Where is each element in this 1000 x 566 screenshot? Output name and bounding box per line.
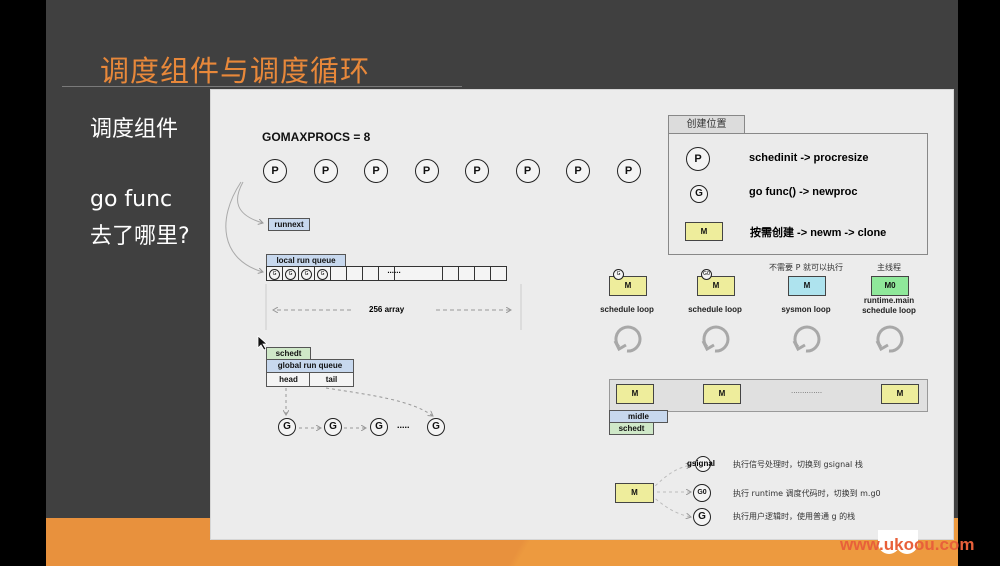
legend-g-text: go func() -> newproc xyxy=(749,186,858,198)
p-processor-2: P xyxy=(313,159,338,183)
loop-thread-box: M xyxy=(788,276,826,296)
p-processor-6: P xyxy=(515,159,540,183)
tail-field: tail xyxy=(309,372,354,387)
p-to-runnext-arrow xyxy=(237,181,263,223)
queue-slot: G xyxy=(314,266,331,281)
legend-p-icon: P xyxy=(686,147,710,171)
g0-desc: 执行 runtime 调度代码时，切换到 m.g0 xyxy=(733,489,881,498)
user-g-desc: 执行用户逻辑时，使用普通 g 的栈 xyxy=(733,512,856,521)
legend-m-icon: M xyxy=(685,222,723,241)
loop-g-badge: G0 xyxy=(701,269,712,280)
m-stack-link-gsignal xyxy=(650,465,691,491)
loop-cycle-icon xyxy=(613,325,642,353)
loop-cycle-icon xyxy=(875,325,904,353)
array-size-label: 256 array xyxy=(369,305,405,314)
global-g-2: G xyxy=(324,418,342,436)
loop-thread-box: M0 xyxy=(871,276,909,296)
loop-label: sysmon loop xyxy=(781,305,831,314)
p-processor-4: P xyxy=(414,159,439,183)
tail-arrow xyxy=(325,387,433,416)
queue-slot xyxy=(330,266,347,281)
queue-slot xyxy=(458,266,475,281)
queued-g: G xyxy=(317,269,328,280)
queue-slot: G xyxy=(298,266,315,281)
m-list-item-last: M xyxy=(881,384,919,404)
loop-label: schedule loop xyxy=(600,305,654,314)
loop-cycle-icon xyxy=(701,325,730,353)
loop-cycle-icon xyxy=(792,325,821,353)
queued-g: G xyxy=(285,269,296,280)
gomaxprocs-label: GOMAXPROCS = 8 xyxy=(262,130,371,144)
queue-slot xyxy=(490,266,507,281)
head-field: head xyxy=(266,372,311,387)
side-heading: 调度组件 xyxy=(90,117,179,142)
p-processor-1: P xyxy=(263,159,287,183)
queue-slot: G xyxy=(282,266,299,281)
queued-g: G xyxy=(269,269,280,280)
queued-g: G xyxy=(301,269,312,280)
queue-slot: G xyxy=(266,266,283,281)
local-queue-ellipsis: ...... xyxy=(387,266,401,275)
queue-slot xyxy=(346,266,363,281)
m-list-item-1: M xyxy=(616,384,654,404)
legend-g-icon: G xyxy=(690,185,708,203)
loop-label: runtime.main schedule loop xyxy=(862,296,916,315)
legend-p-text: schedinit -> procresize xyxy=(749,152,869,164)
global-g-ellipsis: ..... xyxy=(397,420,410,430)
m-stack-link-g xyxy=(650,494,691,517)
slide-title: 调度组件与调度循环 xyxy=(100,54,371,88)
g0-icon: G0 xyxy=(693,484,711,502)
queue-slot xyxy=(442,266,459,281)
p-processor-7: P xyxy=(566,159,590,183)
legend-tab: 创建位置 xyxy=(668,115,745,134)
runnext-tag: runnext xyxy=(268,218,310,231)
loop-note: 主线程 xyxy=(877,263,901,272)
gsignal-label: gsignal xyxy=(687,459,716,468)
side-question-line2: 去了哪里? xyxy=(90,224,190,249)
user-g-icon: G xyxy=(693,508,711,526)
queue-slot xyxy=(474,266,491,281)
title-divider xyxy=(62,86,462,87)
p-processor-3: P xyxy=(364,159,388,183)
m-list-schedt-tag: schedt xyxy=(609,422,654,435)
global-run-queue-tag: global run queue xyxy=(266,359,354,373)
side-question-line1: go func xyxy=(90,187,173,212)
global-g-1: G xyxy=(278,418,296,436)
m-list-item-2: M xyxy=(703,384,741,404)
diagram-canvas: GOMAXPROCS = 8 PPPPPPPP runnext local ru… xyxy=(210,89,954,540)
global-g-last: G xyxy=(427,418,445,436)
loop-g-badge: G xyxy=(613,269,624,280)
p-processor-8: P xyxy=(616,159,641,183)
watermark-text: www.ukoou.com xyxy=(840,535,975,554)
p-to-local-queue-arrow xyxy=(225,181,263,272)
legend-m-text: 按需创建 -> newm -> clone xyxy=(750,227,887,239)
loop-label: schedule loop xyxy=(688,305,742,314)
gsignal-desc: 执行信号处理时，切换到 gsignal 栈 xyxy=(733,460,863,469)
p-processor-5: P xyxy=(465,159,489,183)
m-list-ellipsis: .............. xyxy=(791,386,823,395)
global-g-3: G xyxy=(370,418,388,436)
m-stacks-m-box: M xyxy=(615,483,654,503)
